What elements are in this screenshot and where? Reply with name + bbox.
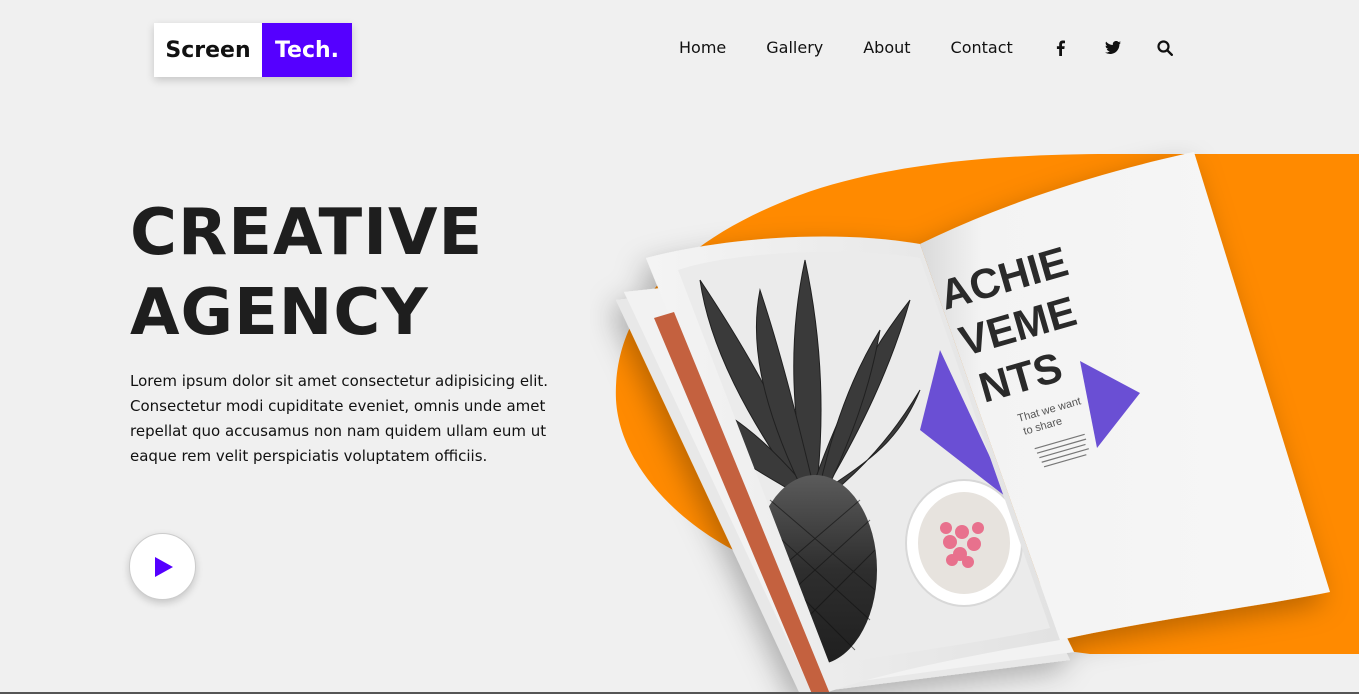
twitter-icon[interactable] [1104, 40, 1121, 56]
logo-text-tech: Tech. [262, 23, 352, 77]
nav-home[interactable]: Home [679, 38, 726, 57]
play-icon [154, 556, 173, 577]
hero-magazine-illustration: ACHIE VEME NTS That we want to share [615, 152, 1359, 694]
logo-text-screen: Screen [154, 23, 262, 77]
nav-about[interactable]: About [863, 38, 910, 57]
brand-logo[interactable]: Screen Tech. [154, 23, 352, 77]
play-button[interactable] [129, 533, 196, 600]
hero-description: Lorem ipsum dolor sit amet consectetur a… [130, 372, 549, 465]
search-icon[interactable] [1157, 39, 1173, 56]
hero-title-line-1: CREATIVE [130, 196, 484, 270]
hero-title-line-2: AGENCY [130, 276, 429, 350]
nav-contact[interactable]: Contact [951, 38, 1013, 57]
landing-page: Screen Tech. Home Gallery About Contact … [0, 0, 1359, 694]
main-nav: Home Gallery About Contact [679, 38, 1173, 57]
facebook-icon[interactable] [1053, 40, 1069, 56]
nav-gallery[interactable]: Gallery [766, 38, 823, 57]
hero-title: CREATIVE AGENCY [130, 193, 483, 353]
